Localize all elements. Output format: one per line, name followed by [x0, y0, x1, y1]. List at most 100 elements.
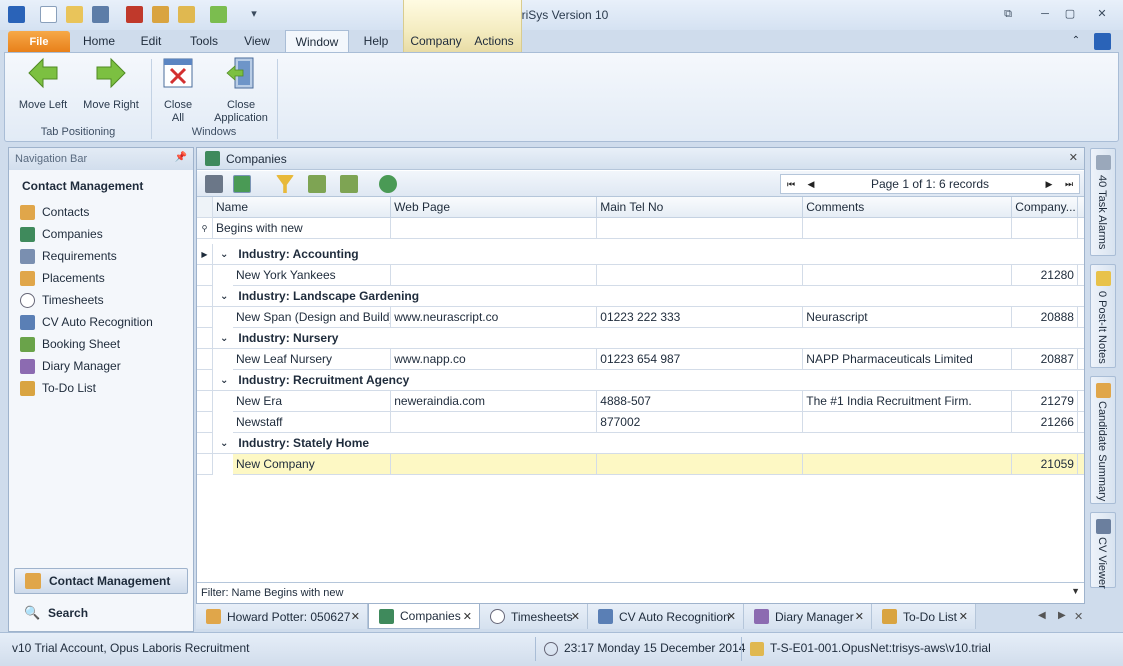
cell-web-page[interactable]: www.napp.co: [391, 349, 598, 370]
id-filter-input[interactable]: [1012, 218, 1079, 239]
web-filter-input[interactable]: [391, 218, 598, 239]
tab-timesheets[interactable]: Timesheets ✕: [480, 604, 588, 629]
cell-main-tel[interactable]: 01223 654 987: [597, 349, 804, 370]
restore-layout-icon[interactable]: ⧉: [1000, 7, 1016, 21]
cell-comments[interactable]: NAPP Pharmaceuticals Limited: [803, 349, 1013, 370]
cell-comments[interactable]: [803, 265, 1013, 286]
cell-main-tel[interactable]: 877002: [597, 412, 804, 433]
cell-comments[interactable]: Neurascript: [803, 307, 1013, 328]
nav-item-placements[interactable]: Placements: [20, 269, 105, 287]
tab-companies[interactable]: Companies ✕: [368, 604, 480, 629]
maximize-button[interactable]: ▢: [1062, 7, 1078, 21]
close-tab-icon[interactable]: ✕: [727, 610, 736, 623]
cell-name[interactable]: New Leaf Nursery: [233, 349, 392, 370]
cell-name[interactable]: New Company: [233, 454, 392, 475]
scroll-tabs-right-icon[interactable]: ▶: [1058, 610, 1066, 621]
nav-item-to-do-list[interactable]: To-Do List: [20, 379, 96, 397]
nav-contact-management-button[interactable]: Contact Management: [14, 568, 188, 594]
close-active-tab-icon[interactable]: ✕: [1074, 610, 1083, 623]
cell-web-page[interactable]: www.neurascript.co: [391, 307, 598, 328]
close-window-button[interactable]: ✕: [1094, 7, 1110, 21]
tab-cv-auto-recognition[interactable]: CV Auto Recognition ✕: [588, 604, 744, 629]
tab-file[interactable]: File: [8, 31, 70, 52]
column-header-web-page[interactable]: Web Page: [391, 197, 598, 218]
close-tab-icon[interactable]: ✕: [351, 610, 360, 623]
tab-to-do-list[interactable]: To-Do List ✕: [872, 604, 976, 629]
close-all-button[interactable]: Close All: [155, 55, 201, 125]
nav-item-cv-auto-recognition[interactable]: CV Auto Recognition: [20, 313, 153, 331]
first-page-icon[interactable]: ⏮: [781, 179, 801, 190]
export-excel-icon[interactable]: [233, 175, 251, 193]
cell-name[interactable]: New York Yankees: [233, 265, 392, 286]
tab-howard-potter[interactable]: Howard Potter: 050627 ✕: [196, 604, 368, 629]
table-row[interactable]: Newstaff 877002 21266: [197, 412, 1084, 433]
cell-company-id[interactable]: 21266: [1012, 412, 1078, 433]
tab-help[interactable]: Help: [356, 30, 396, 52]
cell-name[interactable]: New Span (Design and Build) ...: [233, 307, 392, 328]
cv-viewer-panel[interactable]: CV Viewer: [1090, 512, 1116, 589]
collapse-ribbon-icon[interactable]: ⌃: [1068, 30, 1084, 52]
tab-diary-manager[interactable]: Diary Manager ✕: [744, 604, 872, 629]
tab-tools[interactable]: Tools: [182, 30, 226, 52]
cell-web-page[interactable]: [391, 265, 598, 286]
tab-actions[interactable]: Actions: [470, 30, 518, 52]
nav-item-timesheets[interactable]: Timesheets: [20, 291, 104, 309]
group-row[interactable]: ⌄ Industry: Nursery: [197, 328, 1084, 349]
tab-edit[interactable]: Edit: [132, 30, 170, 52]
post-it-notes-panel[interactable]: 0 Post-It Notes: [1090, 264, 1116, 368]
candidate-summary-panel[interactable]: Candidate Summary: [1090, 376, 1116, 504]
column-header-company-id[interactable]: Company...: [1012, 197, 1079, 218]
expand-groups-icon[interactable]: [308, 175, 326, 193]
nav-item-diary-manager[interactable]: Diary Manager: [20, 357, 121, 375]
collapse-groups-icon[interactable]: [340, 175, 358, 193]
name-filter-input[interactable]: Begins with new: [213, 218, 392, 239]
nav-search-button[interactable]: 🔍 Search: [14, 600, 188, 626]
filter-icon[interactable]: [276, 175, 294, 193]
group-row[interactable]: ▶ ⌄ Industry: Accounting: [197, 244, 1084, 265]
cell-main-tel[interactable]: 4888-507: [597, 391, 804, 412]
cell-comments[interactable]: [803, 454, 1013, 475]
cell-web-page[interactable]: [391, 412, 598, 433]
cell-main-tel[interactable]: [597, 265, 804, 286]
cell-company-id[interactable]: 21059: [1012, 454, 1078, 475]
table-row[interactable]: New Company 21059: [197, 454, 1084, 475]
nav-item-booking-sheet[interactable]: Booking Sheet: [20, 335, 120, 353]
close-tab-icon[interactable]: ✕: [463, 610, 472, 623]
table-row[interactable]: New Span (Design and Build) ... www.neura…: [197, 307, 1084, 328]
next-page-icon[interactable]: ▶: [1039, 179, 1059, 190]
close-tab-icon[interactable]: ✕: [855, 610, 864, 623]
column-header-name[interactable]: Name: [213, 197, 392, 218]
cell-main-tel[interactable]: 01223 222 333: [597, 307, 804, 328]
tab-window[interactable]: Window: [285, 30, 349, 52]
help-logo-icon[interactable]: [1094, 33, 1111, 50]
collapse-group-icon[interactable]: ⌄: [220, 249, 228, 260]
task-alarms-panel[interactable]: 40 Task Alarms: [1090, 148, 1116, 256]
nav-item-companies[interactable]: Companies: [20, 225, 103, 243]
cell-comments[interactable]: [803, 412, 1013, 433]
tel-filter-input[interactable]: [597, 218, 804, 239]
cell-main-tel[interactable]: [597, 454, 804, 475]
cell-company-id[interactable]: 20888: [1012, 307, 1078, 328]
filter-dropdown-icon[interactable]: ▼: [1071, 586, 1080, 596]
collapse-group-icon[interactable]: ⌄: [220, 375, 228, 386]
collapse-group-icon[interactable]: ⌄: [220, 438, 228, 449]
cell-name[interactable]: New Era: [233, 391, 392, 412]
cell-web-page[interactable]: [391, 454, 598, 475]
print-icon[interactable]: [205, 175, 223, 193]
last-page-icon[interactable]: ⏭: [1059, 179, 1079, 190]
previous-page-icon[interactable]: ◀: [801, 179, 821, 190]
cell-company-id[interactable]: 20887: [1012, 349, 1078, 370]
move-right-button[interactable]: Move Right: [79, 55, 143, 112]
table-row[interactable]: New Leaf Nursery www.napp.co 01223 654 987…: [197, 349, 1084, 370]
close-application-button[interactable]: Close Application: [207, 55, 275, 125]
collapse-group-icon[interactable]: ⌄: [220, 291, 228, 302]
scroll-tabs-left-icon[interactable]: ◀: [1038, 610, 1046, 621]
tab-company[interactable]: Company: [408, 30, 464, 52]
tab-view[interactable]: View: [236, 30, 278, 52]
cell-name[interactable]: Newstaff: [233, 412, 392, 433]
cell-comments[interactable]: The #1 India Recruitment Firm.: [803, 391, 1013, 412]
column-header-main-tel[interactable]: Main Tel No: [597, 197, 804, 218]
table-row[interactable]: New York Yankees 21280: [197, 265, 1084, 286]
minimize-button[interactable]: ─: [1037, 7, 1053, 21]
close-panel-icon[interactable]: ✕: [1069, 151, 1078, 164]
